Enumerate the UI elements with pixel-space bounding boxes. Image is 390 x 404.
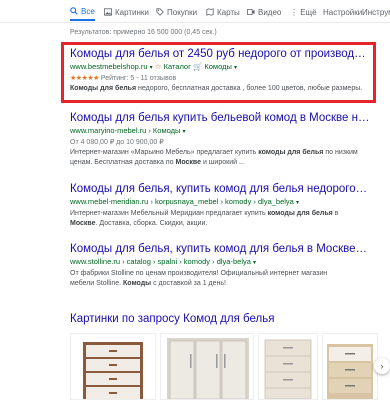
image-thumbnail[interactable] (160, 333, 254, 400)
tab-label: Все (81, 6, 95, 16)
result-snippet: Интернет-магазин «Марьино Мебель» предла… (70, 149, 358, 166)
result-title-link[interactable]: Комоды для белья, купить комод для белья… (70, 242, 370, 256)
tab-settings[interactable]: Настройки (323, 3, 362, 21)
image-thumbnail[interactable] (258, 333, 318, 400)
dropdown-arrow-icon[interactable]: ▾ (183, 129, 186, 135)
result-snippet: Интернет-магазин Мебельный Меридиан пред… (70, 210, 339, 227)
tab-maps[interactable]: Карты (206, 3, 240, 21)
tab-video[interactable]: Видео (247, 3, 281, 21)
tag-icon (156, 8, 164, 16)
tab-all[interactable]: Все (70, 3, 95, 21)
image-thumbnail[interactable] (322, 333, 378, 400)
image-thumbnail[interactable] (70, 333, 156, 400)
tab-shopping[interactable]: Покупки (156, 3, 197, 21)
video-icon (247, 8, 255, 16)
result-url: www.mebel-meridian.ru › korpusnaya_mebel… (70, 196, 370, 209)
result-url: www.stolline.ru › catalog › spalni › kom… (70, 256, 370, 269)
result-url: www.maryino-mebel.ru › Комоды ▾ (70, 125, 370, 138)
result-title-link[interactable]: Комоды для белья, купить комод для белья… (70, 182, 370, 196)
result-title-link[interactable]: Комоды для белья купить бельевой комод в… (70, 111, 370, 125)
tab-label: Карты (217, 7, 240, 17)
result-url-link[interactable]: www.mebel-meridian.ru › korpusnaya_mebel… (70, 197, 294, 206)
search-result: Комоды для белья, купить комод для белья… (70, 242, 370, 289)
tab-label: ⋮ Ещё (290, 7, 317, 17)
tab-label: Видео (258, 7, 282, 17)
search-icon (70, 7, 78, 15)
search-result: Комоды для белья, купить комод для белья… (70, 182, 370, 229)
dropdown-arrow-icon[interactable]: ▾ (296, 200, 299, 206)
tab-label: Покупки (167, 7, 198, 17)
image-icon (104, 8, 112, 16)
tab-label: Картинки (115, 7, 149, 17)
tab-images[interactable]: Картинки (104, 3, 149, 21)
highlight-box (61, 42, 376, 103)
search-result: Комоды для белья купить бельевой комод в… (70, 111, 370, 168)
chevron-right-icon[interactable]: › (374, 358, 390, 374)
search-tabs: Все Картинки Покупки Карты Видео ⋮ Ещё Н… (0, 0, 390, 23)
result-url-link[interactable]: www.stolline.ru › catalog › spalni › kom… (70, 257, 251, 266)
tab-tools[interactable]: Инструм (362, 3, 390, 21)
result-url-link[interactable]: www.maryino-mebel.ru › Комоды (70, 126, 180, 135)
tab-label: Настройки (323, 7, 363, 17)
result-snippet: От фабрики Stolline по ценам производите… (70, 270, 328, 287)
result-stats: Результатов: примерно 16 500 000 (0,45 с… (70, 29, 217, 36)
tab-more[interactable]: ⋮ Ещё (290, 3, 317, 21)
result-price-range: От 4 080,00 ₽ до 10 900,00 ₽ (70, 139, 164, 146)
dropdown-arrow-icon[interactable]: ▾ (253, 260, 256, 266)
map-icon (206, 8, 214, 16)
images-heading-link[interactable]: Картинки по запросу Комод для белья (70, 313, 274, 325)
tab-label: Инструм (362, 7, 390, 17)
